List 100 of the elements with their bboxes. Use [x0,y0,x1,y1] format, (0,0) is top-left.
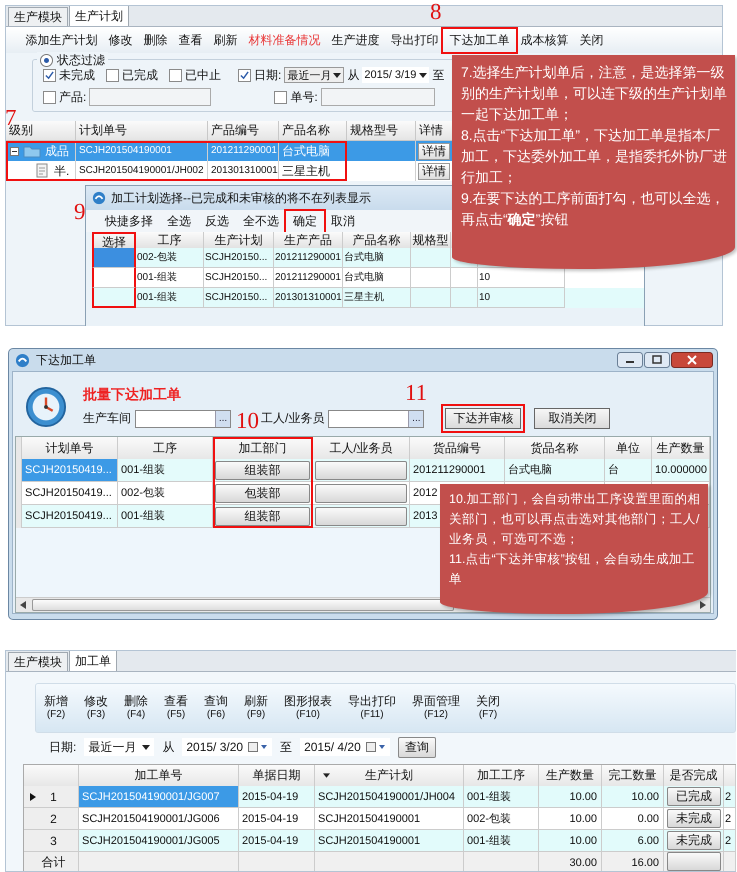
toolbar-button[interactable]: 添加生产计划 [20,32,103,48]
browse-button[interactable]: ... [408,410,424,426]
row-header[interactable]: 1 [24,786,79,808]
close-icon[interactable] [671,352,713,368]
caret-icon[interactable] [419,72,428,78]
toolbar-button[interactable]: 确定 [286,212,324,230]
scroll-left-icon[interactable] [20,601,26,609]
checkbox-label: 单号: [290,88,318,106]
column-header[interactable]: 规格型号 [347,121,416,140]
date-field[interactable]: 2015/ 3/19 [362,67,430,83]
department-button[interactable]: 组装部 [215,460,310,480]
toolbar-button[interactable]: 生产进度 [326,32,385,48]
status-button[interactable]: 已完成 [667,787,721,806]
checkbox[interactable] [43,68,56,82]
column-header[interactable]: 工序 [158,233,182,247]
row-header[interactable]: 3 [24,830,79,852]
number-field[interactable] [320,88,435,106]
column-header[interactable]: 产品名称 [352,233,400,247]
caret-icon[interactable] [142,744,150,750]
status-button[interactable]: 未完成 [667,809,721,828]
checkbox[interactable] [169,68,182,82]
toolbar-button[interactable]: 导出打印 [385,32,444,48]
worker-button[interactable] [315,506,407,526]
column-header[interactable]: 产品名称 [279,121,347,140]
toolbar-button[interactable]: 全不选 [236,212,286,230]
column-header[interactable]: 生产产品 [284,233,332,247]
worker-button[interactable] [315,460,407,480]
toolbar-button[interactable]: 快捷多择 [98,212,160,230]
column-header[interactable]: 计划单号 [76,121,208,140]
table-cell: 001-组装 [137,292,178,303]
date-field[interactable]: 2015/ 4/20 [300,738,390,756]
toolbar-button[interactable]: 查看 [173,32,208,48]
table-cell: 201211290001 [274,248,343,268]
tab[interactable]: 生产模块 [8,7,68,26]
caret-icon[interactable] [333,72,342,78]
column-header[interactable]: 规格型 [412,233,448,247]
toolbar-button[interactable]: 取消 [324,212,362,230]
scroll-thumb[interactable] [32,599,454,611]
toolbar-button[interactable]: 删除 [138,32,173,48]
toolbar-button[interactable]: 查看 (F5) [164,695,188,721]
detail-button[interactable]: 详情 [418,142,450,160]
department-button[interactable]: 组装部 [215,506,310,526]
select-cell[interactable] [92,288,136,308]
collapse-icon[interactable] [10,146,19,156]
status-button[interactable]: 未完成 [667,831,721,850]
toolbar-button[interactable]: 图形报表 (F10) [284,695,332,721]
checkbox[interactable] [238,68,251,82]
toolbar-button[interactable]: 删除 (F4) [124,695,148,721]
scroll-right-icon[interactable] [700,601,706,609]
toolbar-button[interactable]: 查询 (F6) [204,695,228,721]
checkbox[interactable] [274,90,288,104]
toolbar-button[interactable]: 关闭 (F7) [476,695,500,721]
detail-button[interactable]: 详情 [418,162,450,180]
tab[interactable]: 生产计划 [69,6,129,26]
calendar-dropdown-icon[interactable] [248,742,268,752]
worker-button[interactable] [315,484,407,502]
toolbar-button[interactable]: 关闭 [574,32,609,48]
toolbar-button[interactable]: 刷新 [208,32,243,48]
toolbar-button[interactable]: 刷新 (F9) [244,695,268,721]
toolbar-button[interactable]: 修改 [103,32,138,48]
select-cell[interactable] [92,248,136,268]
toolbar-button[interactable]: 反选 [198,212,236,230]
minimize-icon[interactable] [617,352,643,368]
radio-button[interactable] [40,54,53,66]
table-cell: 台式电脑 [343,248,411,268]
table-cell[interactable]: SCJH20150419... [22,505,118,528]
range-dropdown[interactable]: 最近一月 [84,738,154,756]
product-field[interactable] [89,88,212,106]
toolbar-button[interactable]: 成本核算 [515,32,574,48]
tree-node[interactable]: 半. [6,161,76,181]
workshop-field[interactable]: ... [135,410,231,428]
checkbox[interactable] [106,68,119,82]
column-header[interactable]: 产品编号 [208,121,279,140]
toolbar-button[interactable]: 下达加工单 [444,32,515,48]
department-button[interactable]: 包装部 [215,484,310,502]
tab[interactable]: 生产模块 [8,652,68,671]
dialog-button[interactable]: 取消关闭 [534,408,610,429]
toolbar-button[interactable]: 新增 (F2) [44,695,68,721]
toolbar-button[interactable]: 界面管理 (F12) [412,695,460,721]
worker-field[interactable]: ... [328,410,424,428]
toolbar-button[interactable]: 材料准备情况 [243,32,326,48]
row-header[interactable]: 2 [24,808,79,830]
browse-button[interactable]: ... [215,410,230,426]
maximize-icon[interactable] [644,352,670,368]
tree-label: 成品 [45,142,69,160]
toolbar-button[interactable]: 修改 (F3) [84,695,108,721]
toolbar-button[interactable]: 导出打印 (F11) [348,695,396,721]
blank-button[interactable] [667,852,721,871]
column-header[interactable]: 生产计划 [214,233,262,247]
field-label: 工人/业务员 [261,410,324,427]
date-field[interactable]: 2015/ 3/20 [182,738,272,756]
range-dropdown[interactable]: 最近一月 [284,67,344,83]
dropdown-icon[interactable] [323,773,330,778]
checkbox[interactable] [43,90,56,104]
callout-text: 8.点击“下达加工单”，下达加工单是指本厂加工，下达委外加工单，是指委托外协厂进行加工； [461,126,727,187]
tab[interactable]: 加工单 [69,651,117,671]
toolbar-button[interactable]: 全选 [160,212,198,230]
query-button[interactable]: 查询 [398,736,436,758]
dialog-button[interactable]: 下达并审核 [445,408,522,429]
calendar-dropdown-icon[interactable] [366,742,386,752]
